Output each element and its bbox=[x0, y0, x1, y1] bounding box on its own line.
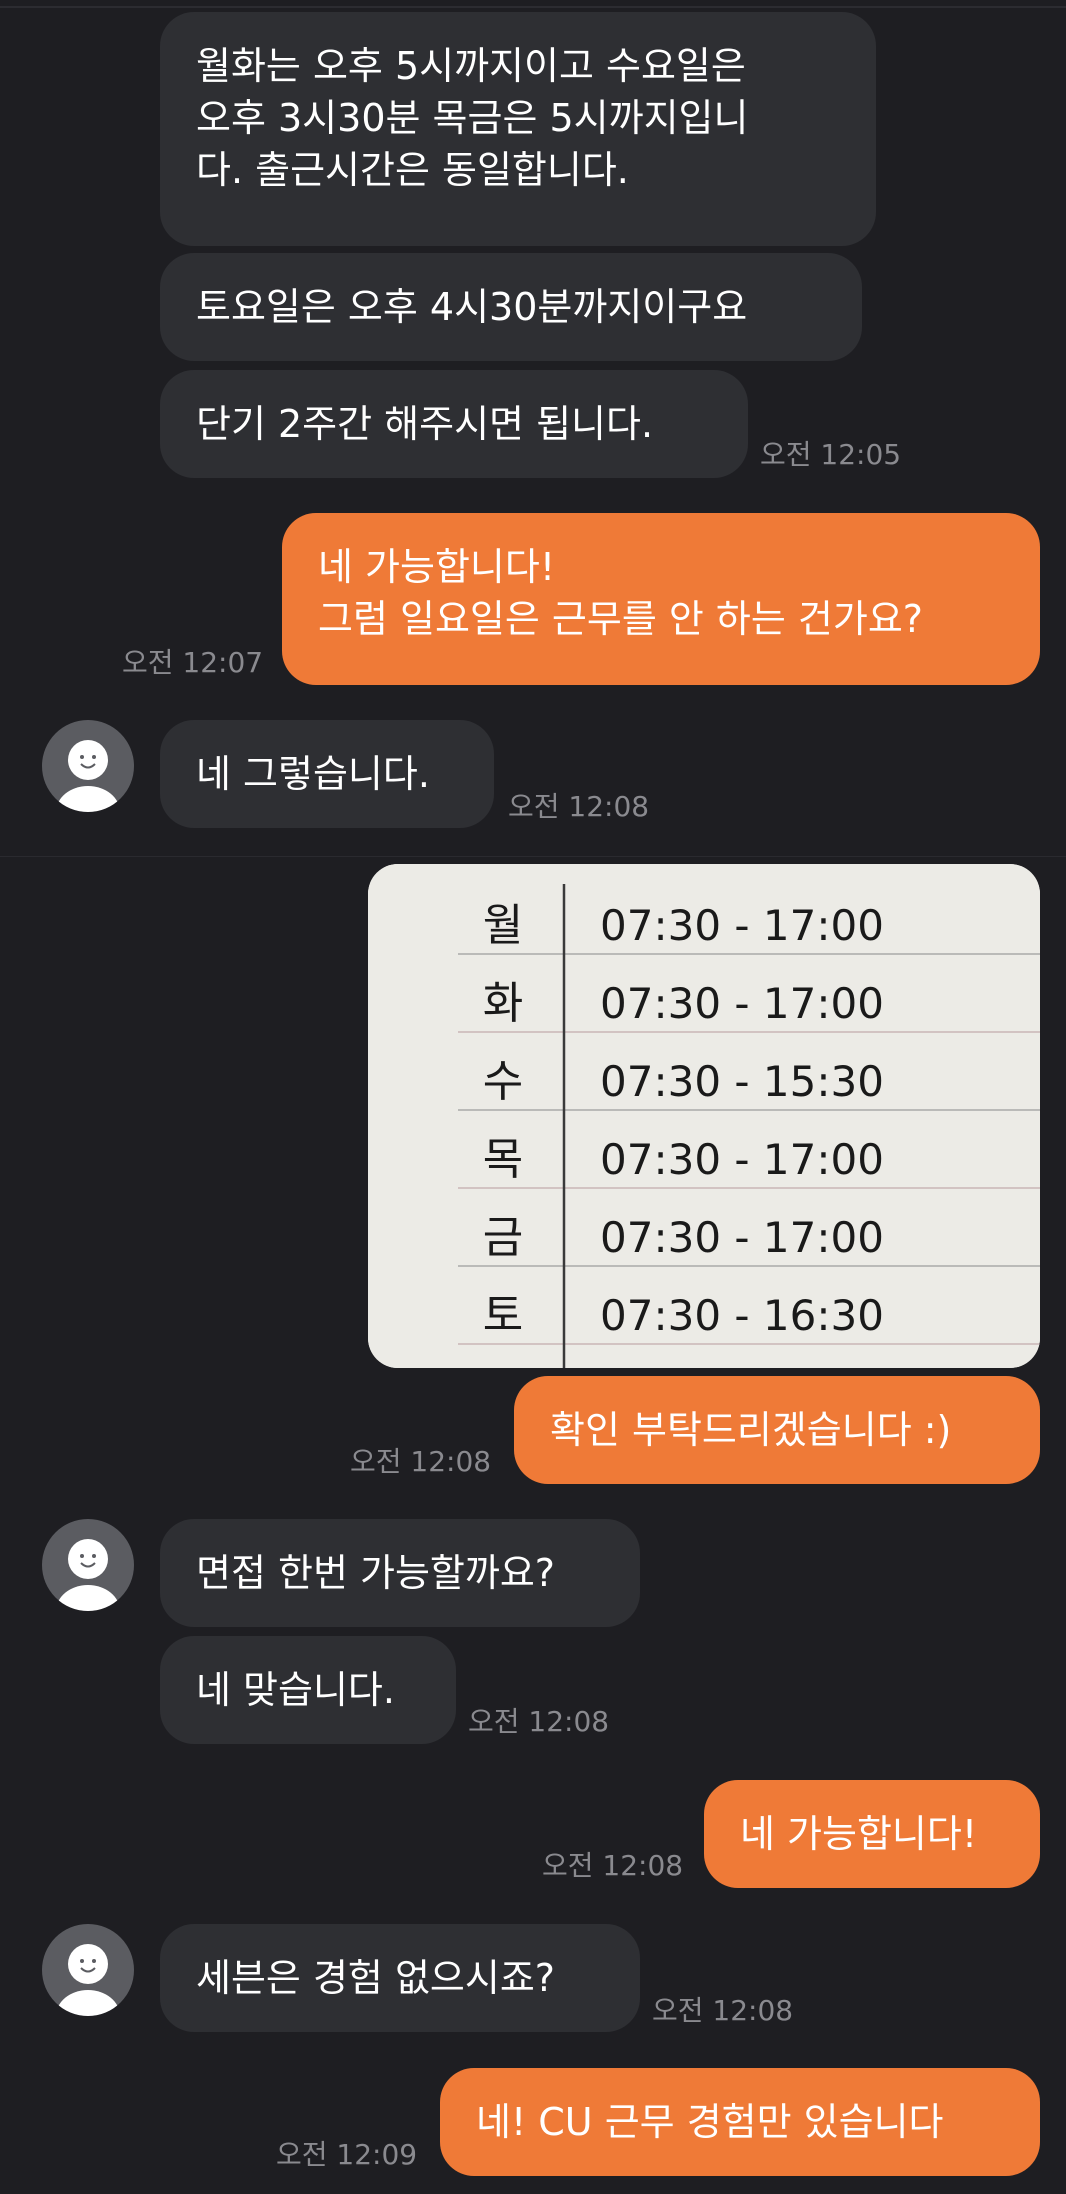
schedule-day-label: 목 bbox=[483, 1134, 523, 1185]
message-timestamp: 오전 12:08 bbox=[652, 1994, 794, 2027]
message-timestamp: 오전 12:08 bbox=[508, 790, 650, 823]
message-timestamp: 오전 12:08 bbox=[350, 1445, 492, 1478]
message-bubble-incoming[interactable]: 단기 2주간 해주시면 됩니다. bbox=[160, 370, 748, 478]
schedule-hours-label: 07:30 - 16:30 bbox=[600, 1291, 884, 1340]
message-bubble-incoming[interactable]: 토요일은 오후 4시30분까지이구요 bbox=[160, 253, 862, 361]
avatar[interactable] bbox=[42, 1924, 134, 2016]
schedule-hours-label: 07:30 - 17:00 bbox=[600, 1213, 884, 1262]
message-bubble-outgoing[interactable]: 확인 부탁드리겠습니다 :) bbox=[514, 1376, 1040, 1484]
default-profile-icon bbox=[56, 1539, 120, 1611]
avatar[interactable] bbox=[42, 1519, 134, 1611]
top-divider bbox=[0, 6, 1066, 8]
message-bubble-incoming[interactable]: 월화는 오후 5시까지이고 수요일은 오후 3시30분 목금은 5시까지입니 다… bbox=[160, 12, 876, 246]
message-timestamp: 오전 12:05 bbox=[760, 438, 902, 471]
schedule-day-label: 월 bbox=[483, 900, 523, 951]
schedule-day-label: 금 bbox=[483, 1212, 523, 1263]
message-timestamp: 오전 12:09 bbox=[276, 2138, 418, 2171]
default-profile-icon bbox=[56, 1944, 120, 2016]
default-profile-icon bbox=[56, 740, 120, 812]
schedule-hours-label: 07:30 - 17:00 bbox=[600, 1135, 884, 1184]
schedule-day-label: 수 bbox=[483, 1056, 523, 1107]
message-bubble-incoming[interactable]: 네 맞습니다. bbox=[160, 1636, 456, 1744]
schedule-day-label: 토 bbox=[483, 1290, 523, 1341]
message-bubble-incoming[interactable]: 세븐은 경험 없으시죠? bbox=[160, 1924, 640, 2032]
message-timestamp: 오전 12:07 bbox=[122, 646, 264, 679]
message-timestamp: 오전 12:08 bbox=[468, 1705, 610, 1738]
schedule-hours-label: 07:30 - 17:00 bbox=[600, 979, 884, 1028]
message-bubble-incoming[interactable]: 네 그렇습니다. bbox=[160, 720, 494, 828]
message-bubble-incoming[interactable]: 면접 한번 가능할까요? bbox=[160, 1519, 640, 1627]
message-bubble-outgoing[interactable]: 네 가능합니다! 그럼 일요일은 근무를 안 하는 건가요? bbox=[282, 513, 1040, 685]
schedule-photo[interactable]: 월 07:30 - 17:00 화 07:30 - 17:00 수 07:30 - 15:… bbox=[368, 864, 1040, 1368]
avatar[interactable] bbox=[42, 720, 134, 812]
schedule-day-label: 화 bbox=[483, 978, 523, 1029]
schedule-hours-label: 07:30 - 15:30 bbox=[600, 1057, 884, 1106]
schedule-photo-canvas: 월 07:30 - 17:00 화 07:30 - 17:00 수 07:30 - 15:… bbox=[368, 864, 1040, 1368]
date-divider bbox=[0, 856, 1066, 857]
schedule-hours-label: 07:30 - 17:00 bbox=[600, 901, 884, 950]
message-timestamp: 오전 12:08 bbox=[542, 1849, 684, 1882]
message-bubble-outgoing[interactable]: 네! CU 근무 경험만 있습니다 bbox=[440, 2068, 1040, 2176]
message-bubble-outgoing[interactable]: 네 가능합니다! bbox=[704, 1780, 1040, 1888]
